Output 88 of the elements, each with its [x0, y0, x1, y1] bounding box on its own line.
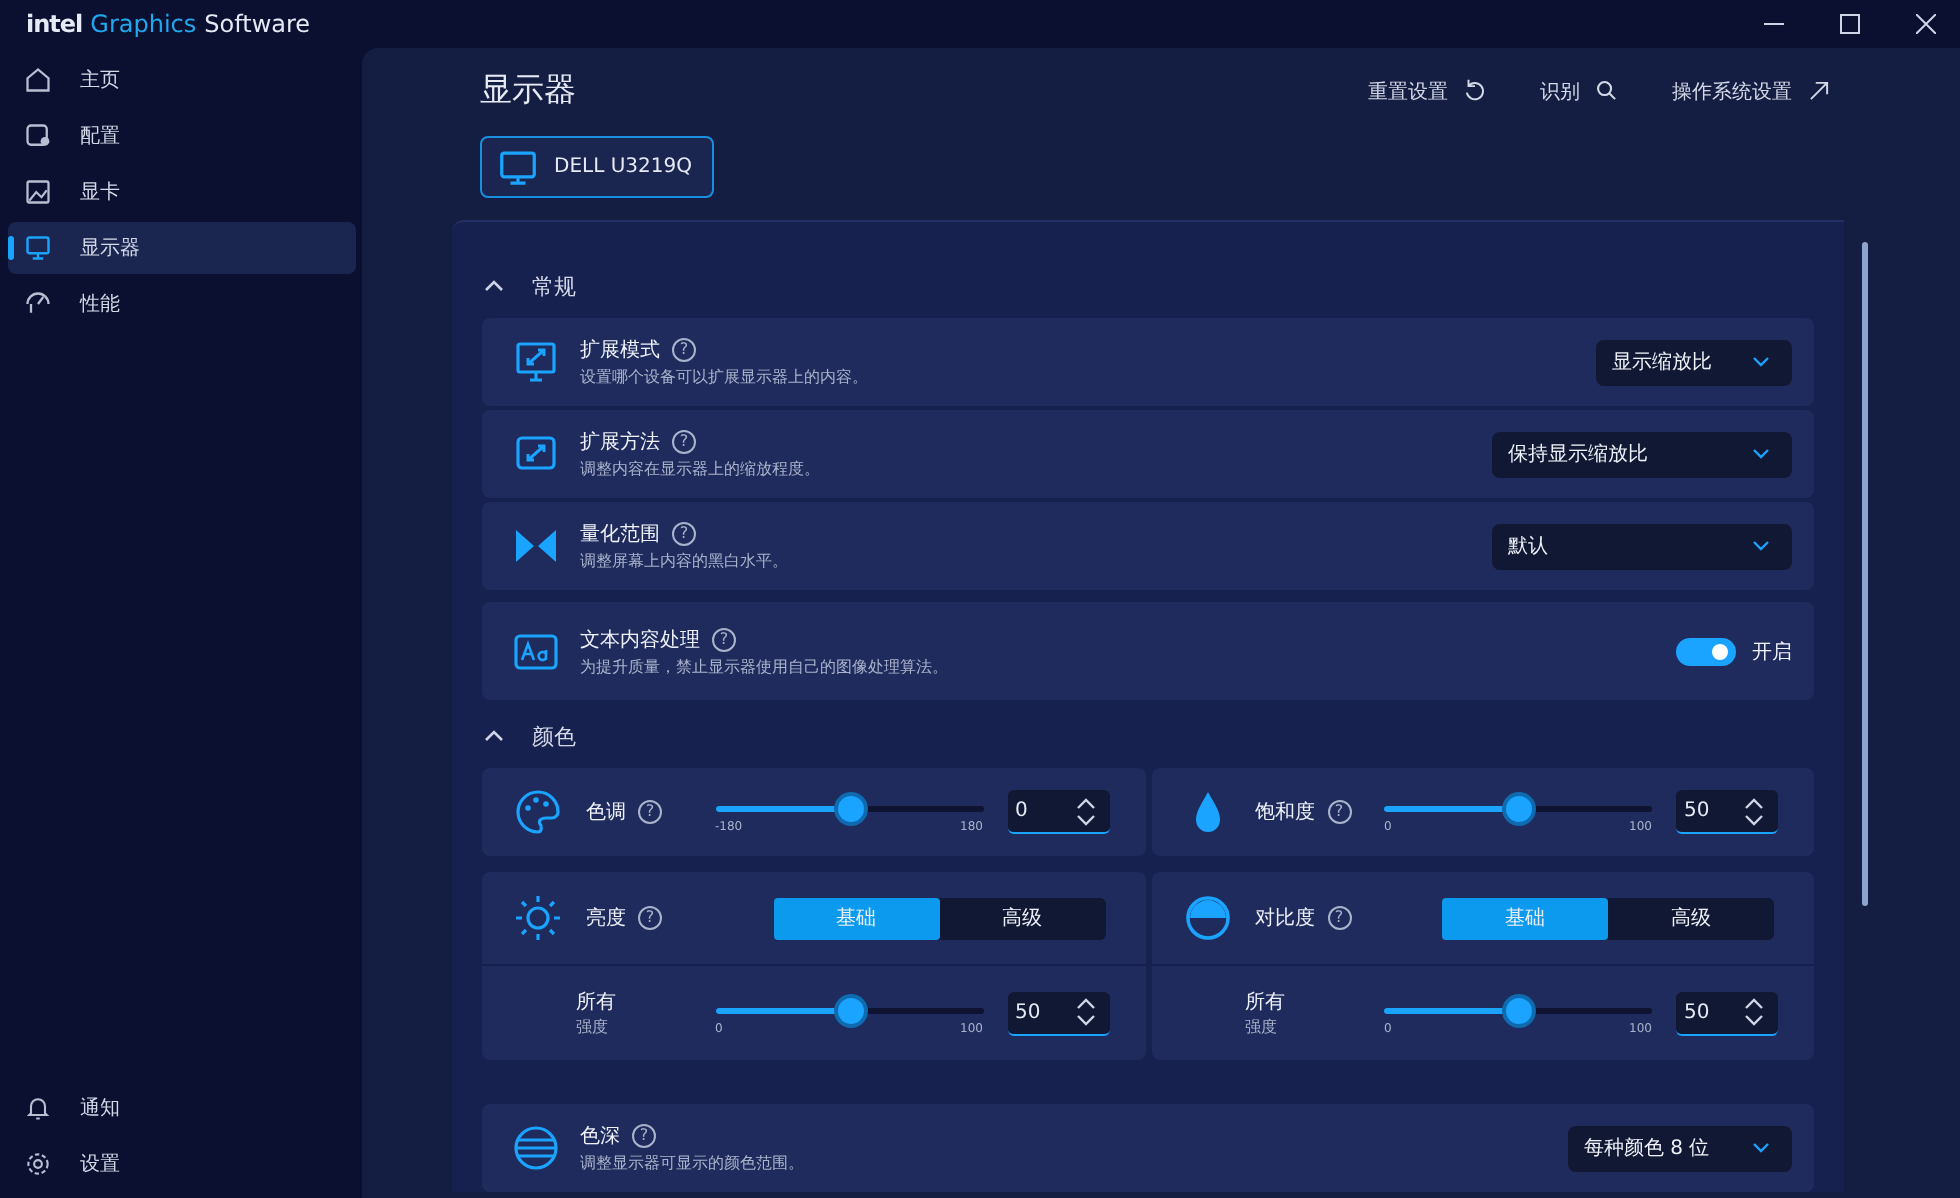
help-icon[interactable]: ? — [672, 430, 696, 454]
monitor-tab[interactable]: DELL U3219Q — [480, 136, 714, 198]
spinner-icon — [1744, 797, 1764, 825]
number-field[interactable]: 0 — [1007, 790, 1109, 834]
setting-description: 为提升质量，禁止显示器使用自己的图像处理算法。 — [580, 655, 950, 677]
close-icon[interactable] — [1916, 14, 1936, 34]
home-icon — [24, 66, 52, 94]
header-action[interactable]: 重置设置 — [1368, 77, 1488, 105]
setting-label: 所有 — [1245, 989, 1285, 1016]
spinner-icon — [1744, 998, 1764, 1026]
chevron-down-icon — [1752, 356, 1770, 368]
segment-tab[interactable]: 高级 — [1608, 897, 1774, 939]
slider-thumb[interactable] — [1506, 796, 1532, 822]
sun-icon — [514, 894, 562, 942]
help-icon[interactable]: ? — [712, 627, 736, 651]
help-icon[interactable]: ? — [638, 800, 662, 824]
sidebar-item[interactable]: 设置 — [8, 1138, 356, 1190]
scrollbar[interactable] — [1862, 242, 1868, 906]
sidebar-item[interactable]: 主页 — [8, 54, 356, 106]
dropdown[interactable]: 保持显示缩放比 — [1492, 431, 1792, 477]
sidebar-item[interactable]: 性能 — [8, 278, 356, 330]
bell-icon — [24, 1094, 52, 1122]
section-title: 常规 — [532, 271, 576, 301]
setting-title: 饱和度 — [1255, 799, 1315, 826]
palette-icon — [514, 788, 562, 836]
toggle-switch[interactable] — [1676, 637, 1736, 665]
setting-title: 色深 — [580, 1124, 620, 1150]
monitor-icon — [24, 234, 52, 262]
help-icon[interactable]: ? — [1327, 906, 1351, 930]
help-icon[interactable]: ? — [672, 522, 696, 546]
dropdown[interactable]: 每种颜色 8 位 — [1568, 1125, 1792, 1171]
spinner-icon — [1075, 797, 1095, 825]
toggle-state: 开启 — [1752, 639, 1792, 665]
monitor-arrows-icon — [514, 340, 558, 384]
header-action[interactable]: 操作系统设置 — [1672, 77, 1832, 105]
number-field[interactable]: 50 — [1676, 991, 1778, 1035]
header-action[interactable]: 识别 — [1540, 77, 1620, 105]
help-icon[interactable]: ? — [1327, 800, 1351, 824]
segment-tab[interactable]: 高级 — [939, 897, 1105, 939]
setting-description: 调整内容在显示器上的缩放程度。 — [580, 458, 822, 480]
half-circle-icon — [1183, 894, 1231, 942]
settings-icon — [24, 1150, 52, 1178]
chevron-down-icon — [1752, 1142, 1770, 1154]
section-title: 颜色 — [532, 721, 576, 751]
setting-title: 色调 — [586, 800, 626, 826]
setting-title: 亮度 — [586, 905, 626, 932]
setting-sublabel: 强度 — [1245, 1016, 1279, 1038]
external-link-icon — [1806, 78, 1832, 104]
setting-title: 扩展模式 — [580, 337, 660, 364]
spinner-icon — [1075, 998, 1095, 1026]
gauge-icon — [24, 290, 52, 318]
dropdown[interactable]: 默认 — [1492, 523, 1792, 569]
help-icon[interactable]: ? — [672, 338, 696, 362]
setting-description: 设置哪个设备可以扩展显示器上的内容。 — [580, 366, 870, 388]
slider-thumb[interactable] — [837, 796, 863, 822]
dropdown[interactable]: 显示缩放比 — [1596, 339, 1792, 385]
number-field[interactable]: 50 — [1007, 991, 1109, 1035]
monitor-icon — [498, 147, 538, 187]
image-icon — [24, 178, 52, 206]
sidebar-item[interactable]: 显示器 — [8, 222, 356, 274]
maximize-icon[interactable] — [1840, 14, 1860, 34]
help-icon[interactable]: ? — [632, 1124, 656, 1148]
chevron-down-icon — [1752, 540, 1770, 552]
setting-sublabel: 强度 — [576, 1016, 610, 1038]
setting-title: 扩展方法 — [580, 429, 660, 456]
setting-description: 调整显示器可显示的颜色范围。 — [580, 1152, 806, 1174]
profile-icon — [24, 122, 52, 150]
striped-circle-icon — [514, 1126, 558, 1170]
setting-title: 量化范围 — [580, 521, 660, 548]
setting-description: 调整屏幕上内容的黑白水平。 — [580, 550, 790, 572]
page-title: 显示器 — [480, 70, 576, 112]
bowtie-icon — [514, 524, 558, 568]
setting-label: 所有 — [576, 989, 616, 1016]
sidebar-item[interactable]: 配置 — [8, 110, 356, 162]
sidebar-item[interactable]: 通知 — [8, 1082, 356, 1134]
setting-title: 对比度 — [1255, 905, 1315, 932]
search-icon — [1594, 78, 1620, 104]
sidebar-item[interactable]: 显卡 — [8, 166, 356, 218]
setting-title: 文本内容处理 — [580, 627, 700, 653]
app-title: intel Graphics Software — [26, 10, 311, 38]
number-field[interactable]: 50 — [1676, 790, 1778, 834]
slider-thumb[interactable] — [837, 997, 863, 1023]
text-icon — [514, 629, 558, 673]
help-icon[interactable]: ? — [638, 906, 662, 930]
undo-icon — [1462, 78, 1488, 104]
resize-icon — [514, 432, 558, 476]
chevron-down-icon — [1752, 448, 1770, 460]
slider-thumb[interactable] — [1506, 997, 1532, 1023]
